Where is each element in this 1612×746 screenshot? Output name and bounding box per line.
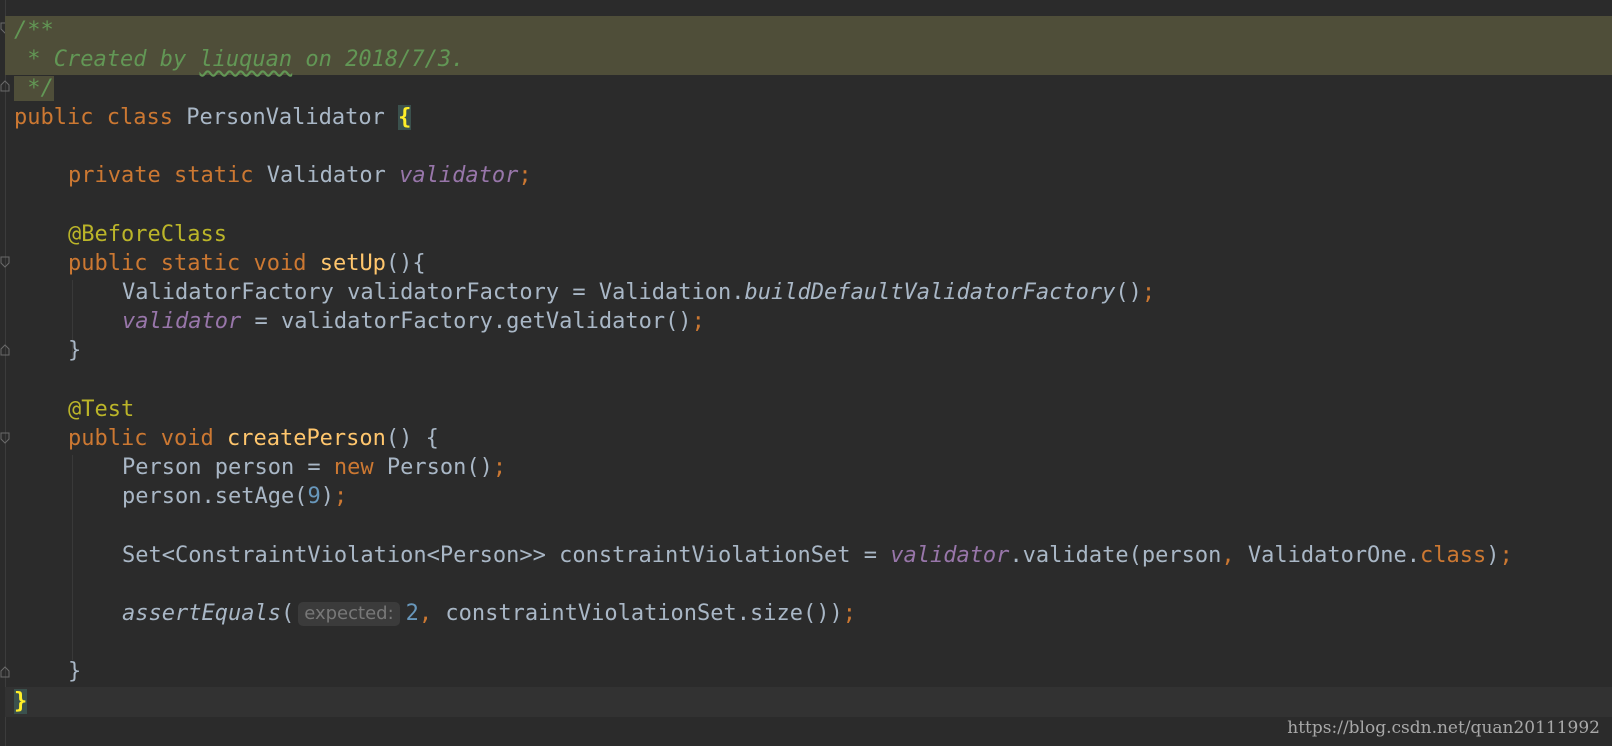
code-line[interactable]: public void createPerson() {	[68, 424, 439, 454]
parameter-hint: expected:	[298, 602, 400, 626]
comma: ,	[1221, 543, 1235, 568]
statement: ValidatorFactory validatorFactory = Vali…	[122, 280, 745, 305]
fold-open-icon[interactable]	[0, 432, 10, 444]
indent-guide	[72, 455, 73, 660]
keyword: private	[68, 163, 161, 188]
keyword: class	[1420, 543, 1487, 568]
statement: person.setAge(	[122, 484, 308, 509]
statement: ValidatorOne.	[1234, 543, 1421, 568]
code-line[interactable]: validator = validatorFactory.getValidato…	[122, 307, 705, 337]
code-line[interactable]: * Created by liuquan on 2018/7/3.	[5, 45, 1612, 75]
number-literal: 9	[307, 484, 321, 509]
code-line[interactable]: */	[5, 74, 54, 104]
code-line[interactable]: ValidatorFactory validatorFactory = Vali…	[122, 278, 1155, 308]
static-call: assertEquals	[122, 601, 281, 626]
code-line[interactable]: Person person = new Person();	[122, 453, 506, 483]
watermark-url: https://blog.csdn.net/quan20111992	[1287, 718, 1600, 738]
field-name: validator	[399, 163, 519, 188]
keyword: void	[253, 251, 307, 276]
doc-comment-text: * Created by	[14, 47, 200, 72]
field-name: validator	[890, 543, 1010, 568]
code-line[interactable]: }	[68, 336, 81, 366]
code-line[interactable]: public static void setUp(){	[68, 249, 426, 279]
type-name: Validator	[266, 163, 386, 188]
statement: constraintViolationSet.size())	[432, 601, 843, 626]
semicolon: ;	[492, 455, 507, 480]
fold-open-icon[interactable]	[0, 256, 10, 268]
semicolon: ;	[1141, 280, 1156, 305]
statement: .validate(person	[1009, 543, 1222, 568]
code-line-current[interactable]: }	[5, 687, 1612, 717]
code-line[interactable]: }	[68, 657, 81, 687]
semicolon: ;	[518, 163, 532, 188]
code-line[interactable]: Set<ConstraintViolation<Person>> constra…	[122, 541, 1513, 571]
keyword: public	[14, 105, 94, 130]
doc-comment-start: /**	[14, 18, 54, 43]
annotation: @Test	[68, 397, 135, 422]
close-brace: }	[68, 338, 82, 363]
doc-comment-author: liuquan	[199, 47, 293, 72]
statement: )	[1486, 543, 1500, 568]
doc-comment-end: */	[14, 76, 54, 101]
code-line[interactable]: @BeforeClass	[68, 220, 227, 250]
statement: Set<ConstraintViolation<Person>> constra…	[122, 543, 891, 568]
keyword: class	[106, 105, 173, 130]
semicolon: ;	[333, 484, 348, 509]
semicolon: ;	[691, 309, 705, 334]
keyword: void	[160, 426, 214, 451]
semicolon: ;	[1499, 543, 1513, 568]
open-paren: (	[280, 601, 295, 626]
code-line[interactable]: public class PersonValidator {	[14, 103, 412, 133]
close-brace: }	[68, 659, 82, 684]
method-name: createPerson	[226, 426, 386, 451]
keyword: new	[333, 455, 374, 480]
keyword: static	[160, 251, 241, 276]
fold-close-icon[interactable]	[0, 666, 10, 678]
keyword: public	[68, 251, 148, 276]
call-parens: ()	[1115, 280, 1142, 305]
statement: Person person =	[122, 455, 334, 480]
keyword: public	[68, 426, 148, 451]
statement: Person()	[373, 455, 493, 480]
semicolon: ;	[842, 601, 856, 626]
method-signature: (){	[385, 251, 426, 276]
static-call: buildDefaultValidatorFactory	[744, 280, 1116, 305]
code-line[interactable]: person.setAge(9);	[122, 482, 347, 512]
gutter	[5, 0, 6, 746]
keyword: static	[173, 163, 254, 188]
doc-comment-date: on 2018/7/3.	[292, 47, 465, 72]
code-line[interactable]: private static Validator validator;	[68, 161, 532, 191]
matched-brace: }	[14, 689, 28, 714]
code-line[interactable]: assertEquals(expected: 2, constraintViola…	[122, 599, 856, 629]
number-literal: 2	[405, 601, 419, 626]
statement: )	[320, 484, 334, 509]
method-name: setUp	[319, 251, 386, 276]
code-editor[interactable]: /** * Created by liuquan on 2018/7/3. */…	[0, 0, 1612, 746]
comma: ,	[418, 601, 433, 626]
matched-brace: {	[398, 105, 412, 130]
annotation: @BeforeClass	[68, 222, 227, 247]
field-name: validator	[122, 309, 242, 334]
code-line[interactable]: @Test	[68, 395, 134, 425]
statement: = validatorFactory.getValidator()	[241, 309, 692, 334]
code-line[interactable]: /**	[5, 16, 1612, 46]
fold-close-icon[interactable]	[0, 344, 10, 356]
class-name: PersonValidator	[186, 105, 385, 130]
method-signature: () {	[385, 426, 439, 451]
